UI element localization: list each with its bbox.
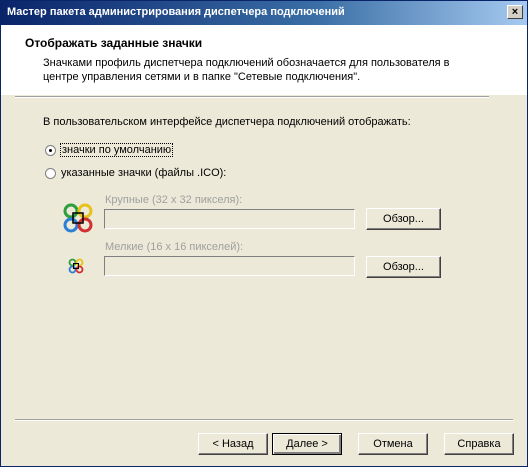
title-bar[interactable]: Мастер пакета администрирования диспетче… xyxy=(1,1,527,25)
next-button[interactable]: Далее > xyxy=(272,433,342,455)
radio-custom-icons[interactable] xyxy=(45,168,56,179)
close-icon: × xyxy=(511,6,519,18)
page-description: Значками профиль диспетчера подключений … xyxy=(43,57,450,83)
footer-divider xyxy=(15,419,513,421)
large-icon-label: Крупные (32 x 32 пикселя): xyxy=(105,194,243,206)
browse-small-button[interactable]: Обзор... xyxy=(366,256,441,278)
cancel-button[interactable]: Отмена xyxy=(358,433,428,455)
close-button[interactable]: × xyxy=(507,5,523,19)
back-button[interactable]: < Назад xyxy=(198,433,268,455)
browse-large-button[interactable]: Обзор... xyxy=(366,208,441,230)
small-icon-label: Мелкие (16 x 16 пикселей): xyxy=(105,241,244,253)
radio-default-icons[interactable] xyxy=(45,145,56,156)
radio-selected-dot xyxy=(49,149,52,152)
header-divider xyxy=(15,96,489,98)
wizard-window: Мастер пакета администрирования диспетче… xyxy=(0,0,528,467)
connection-manager-small-icon xyxy=(68,258,84,274)
wizard-header: Отображать заданные значки Значками проф… xyxy=(1,25,527,95)
help-button[interactable]: Справка xyxy=(444,433,514,455)
window-title: Мастер пакета администрирования диспетче… xyxy=(7,6,345,18)
connection-manager-large-icon xyxy=(63,203,93,233)
small-icon-path-field[interactable] xyxy=(104,256,355,276)
page-title: Отображать заданные значки xyxy=(25,36,203,50)
radio-default-icons-label[interactable]: значки по умолчанию xyxy=(59,143,174,157)
display-prompt: В пользовательском интерфейсе диспетчера… xyxy=(43,116,411,128)
large-icon-path-field[interactable] xyxy=(104,209,355,229)
radio-custom-icons-label[interactable]: указанные значки (файлы .ICO): xyxy=(61,167,226,179)
